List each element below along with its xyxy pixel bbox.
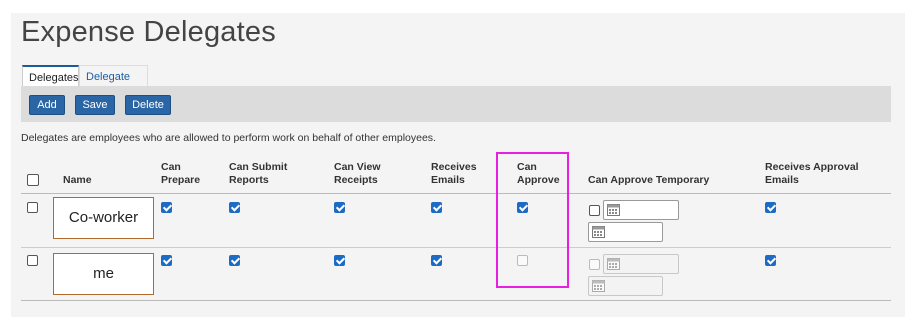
row-select-checkbox[interactable] [27, 255, 38, 266]
delete-button[interactable]: Delete [125, 95, 171, 115]
save-button[interactable]: Save [75, 95, 115, 115]
page-title: Expense Delegates [21, 16, 276, 48]
delegate-name: Co-worker [53, 197, 154, 239]
delegate-name: me [53, 253, 154, 295]
temp-start-date-input[interactable] [603, 254, 679, 274]
can-prepare-checkbox[interactable] [161, 255, 172, 266]
receives-approval-emails-checkbox[interactable] [765, 202, 776, 213]
column-header-can-view-receipts: Can View Receipts [334, 161, 381, 187]
can-submit-reports-checkbox[interactable] [229, 255, 240, 266]
header-line: Prepare [161, 174, 201, 186]
can-approve-temporary-checkbox[interactable] [589, 259, 600, 270]
column-header-name: Name [63, 174, 92, 186]
calendar-icon [607, 204, 620, 216]
receives-emails-checkbox[interactable] [431, 202, 442, 213]
temp-end-date-input[interactable] [588, 276, 663, 296]
header-line: Emails [765, 174, 799, 186]
header-line: Can Submit [229, 161, 288, 173]
description-text: Delegates are employees who are allowed … [21, 132, 436, 144]
temp-start-date-input[interactable] [603, 200, 679, 220]
calendar-icon [592, 226, 605, 238]
header-line: Can View [334, 161, 381, 173]
header-line: Can [161, 161, 181, 173]
table-bottom-border [21, 300, 891, 301]
temp-end-date-input[interactable] [588, 222, 663, 242]
column-header-receives-approval-emails: Receives Approval Emails [765, 161, 859, 187]
can-submit-reports-checkbox[interactable] [229, 202, 240, 213]
can-view-receipts-checkbox[interactable] [334, 202, 345, 213]
header-line: Receives [431, 161, 477, 173]
can-approve-highlight [496, 152, 569, 288]
select-all-checkbox[interactable] [27, 174, 39, 186]
column-header-can-approve-temporary: Can Approve Temporary [588, 174, 710, 186]
row-select-checkbox[interactable] [27, 202, 38, 213]
row-separator [21, 247, 891, 248]
header-line: Emails [431, 174, 465, 186]
header-line: Receives Approval [765, 161, 859, 173]
calendar-icon [592, 280, 605, 292]
header-line: Reports [229, 174, 269, 186]
header-line: Receipts [334, 174, 378, 186]
column-header-receives-emails: Receives Emails [431, 161, 477, 187]
receives-approval-emails-checkbox[interactable] [765, 255, 776, 266]
can-approve-temporary-checkbox[interactable] [589, 205, 600, 216]
header-separator [21, 193, 891, 194]
can-view-receipts-checkbox[interactable] [334, 255, 345, 266]
tab-delegates[interactable]: Delegates [22, 65, 79, 88]
receives-emails-checkbox[interactable] [431, 255, 442, 266]
add-button[interactable]: Add [29, 95, 65, 115]
can-prepare-checkbox[interactable] [161, 202, 172, 213]
tab-delegate-for[interactable]: Delegate For [79, 65, 148, 105]
column-header-can-prepare: Can Prepare [161, 161, 200, 187]
column-header-can-submit-reports: Can Submit Reports [229, 161, 287, 187]
calendar-icon [607, 258, 620, 270]
